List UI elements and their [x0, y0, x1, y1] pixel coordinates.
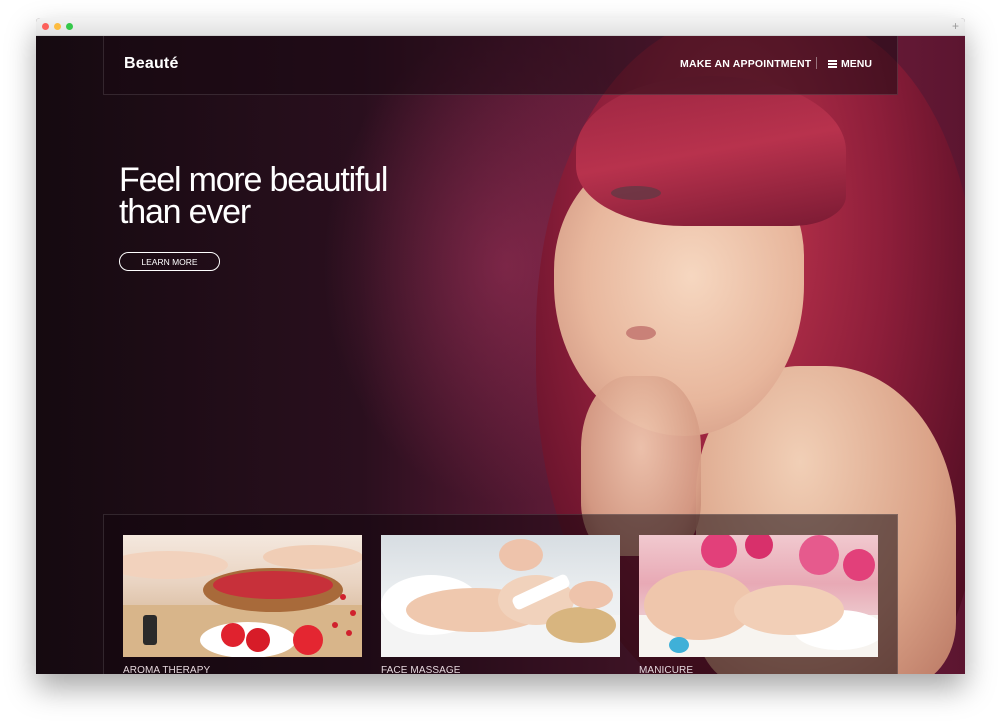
manicure-image[interactable] [639, 535, 878, 657]
service-card-aroma-therapy[interactable]: AROMA THERAPY [123, 535, 362, 674]
site-header: Beauté MAKE AN APPOINTMENT MENU [103, 36, 898, 95]
browser-titlebar: + [36, 18, 965, 36]
aroma-therapy-image[interactable] [123, 535, 362, 657]
close-window-button[interactable] [42, 23, 49, 30]
hero-title-line2: than ever [119, 193, 251, 231]
new-tab-icon[interactable]: + [952, 19, 959, 33]
menu-button[interactable]: MENU [828, 58, 872, 70]
make-appointment-link[interactable]: MAKE AN APPOINTMENT [680, 58, 811, 70]
minimize-window-button[interactable] [54, 23, 61, 30]
hamburger-icon [828, 60, 837, 68]
service-label-face-massage[interactable]: FACE MASSAGE [381, 665, 620, 674]
menu-label: MENU [841, 58, 872, 70]
service-card-face-massage[interactable]: FACE MASSAGE [381, 535, 620, 674]
browser-window: + Beauté MAKE AN APPOINTMENT MENU Feel m… [36, 18, 965, 674]
nav-divider [816, 57, 817, 69]
learn-more-button[interactable]: LEARN MORE [119, 252, 220, 271]
service-label-aroma-therapy[interactable]: AROMA THERAPY [123, 665, 362, 674]
services-strip: AROMA THERAPY FACE MASSAGE MANICURE [103, 514, 898, 674]
hero-lips [626, 326, 656, 340]
hero-eye [611, 186, 661, 200]
hero-title: Feel more beautiful than ever [119, 163, 449, 231]
face-massage-image[interactable] [381, 535, 620, 657]
site-logo[interactable]: Beauté [124, 55, 179, 73]
service-card-manicure[interactable]: MANICURE [639, 535, 878, 674]
service-label-manicure[interactable]: MANICURE [639, 665, 878, 674]
page-viewport: Beauté MAKE AN APPOINTMENT MENU Feel mor… [36, 36, 965, 674]
hero-bangs [576, 76, 846, 226]
maximize-window-button[interactable] [66, 23, 73, 30]
